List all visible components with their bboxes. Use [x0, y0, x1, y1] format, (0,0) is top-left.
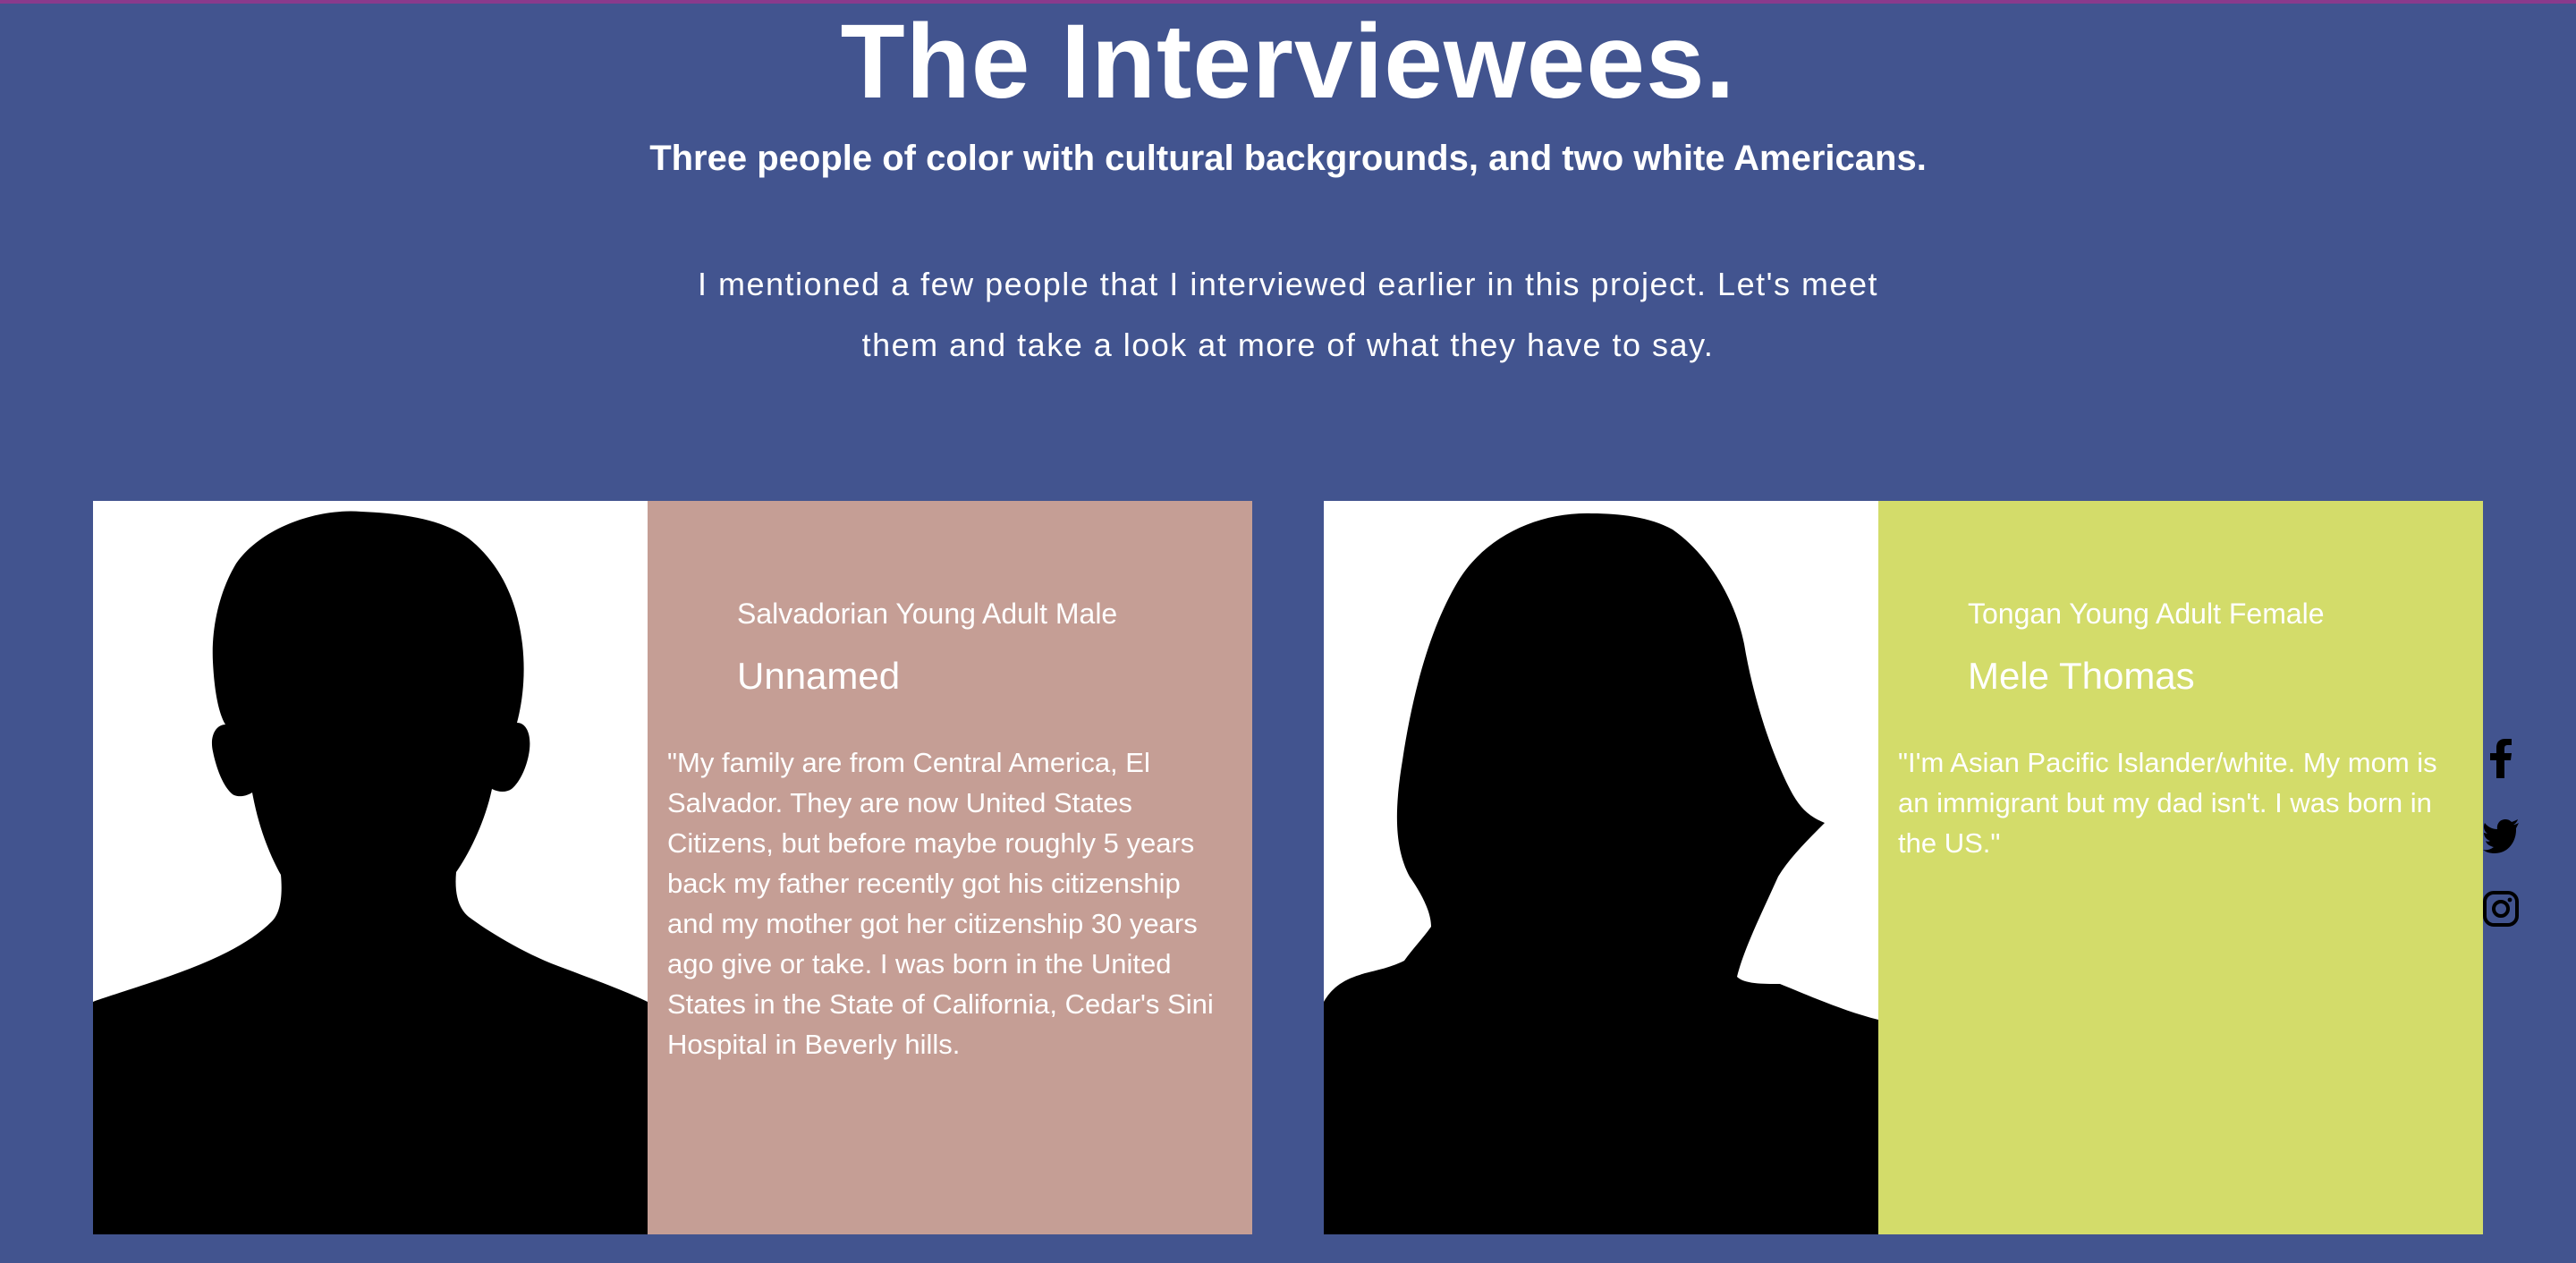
instagram-icon[interactable] [2483, 889, 2519, 928]
interviewee-descriptor: Salvadorian Young Adult Male [737, 598, 1118, 630]
twitter-icon[interactable] [2483, 814, 2519, 853]
social-bar [2483, 739, 2519, 964]
interviewee-name: Mele Thomas [1968, 655, 2195, 697]
interviewee-quote: "My family are from Central America, El … [667, 747, 1214, 1060]
interviewee-card: Salvadorian Young Adult Male Unnamed "My… [93, 501, 1252, 1234]
facebook-icon[interactable] [2483, 739, 2519, 778]
page-title: The Interviewees. [840, 3, 1736, 121]
interviewee-info-panel: Salvadorian Young Adult Male Unnamed "My… [648, 501, 1252, 1234]
interviewee-info-panel: Tongan Young Adult Female Mele Thomas "I… [1878, 501, 2483, 1234]
female-silhouette-icon [1324, 513, 1878, 1234]
interviewee-descriptor: Tongan Young Adult Female [1968, 598, 2325, 630]
interviewee-quote: "I'm Asian Pacific Islander/white. My mo… [1898, 747, 2437, 859]
interviewee-photo [1324, 501, 1878, 1234]
interviewee-card: Tongan Young Adult Female Mele Thomas "I… [1324, 501, 2483, 1234]
interviewee-name: Unnamed [737, 655, 901, 697]
interviewee-photo [93, 501, 648, 1234]
intro-paragraph: I mentioned a few people that I intervie… [697, 266, 1879, 363]
page-subtitle: Three people of color with cultural back… [649, 139, 1927, 178]
male-silhouette-icon [93, 511, 648, 1234]
